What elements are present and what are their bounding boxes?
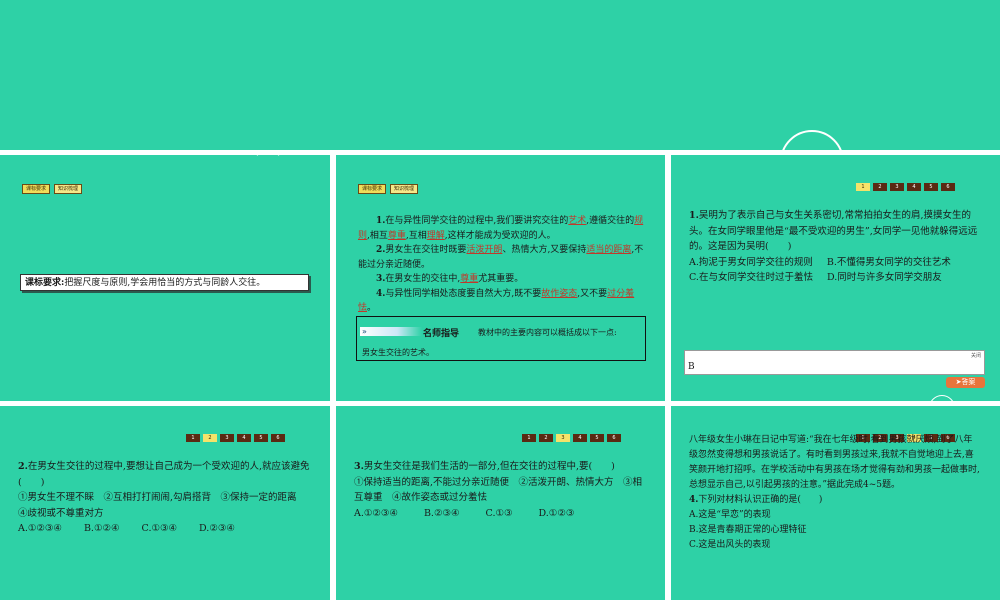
page-button-6[interactable]: 6 — [271, 434, 285, 442]
show-answer-button[interactable]: ➤答案 — [946, 377, 985, 388]
page-button-5[interactable]: 5 — [924, 183, 938, 191]
option-d[interactable]: D.②③④ — [199, 521, 235, 537]
option-b[interactable]: B.①②④ — [84, 521, 120, 537]
tab-knowledge-review[interactable]: 知识梳理 — [390, 184, 419, 194]
guidance-summary: 男女生交往的艺术。 — [362, 348, 434, 357]
question-2: 2.在男女生交往的过程中,要想让自己成为一个受欢迎的人,就应该避免( ) ①男女… — [18, 459, 310, 537]
slide-4-thumbnail[interactable]: 1 2 3 4 5 6 2.在男女生交往的过程中,要想让自己成为一个受欢迎的人,… — [0, 406, 330, 600]
option-c[interactable]: C.①③ — [486, 506, 513, 522]
material-and-question-4: 八年级女生小琳在日记中写道:“我在七年级时,看到男孩就厌烦,到了八年级忽然变得想… — [689, 433, 981, 553]
question-pager: 1 2 3 4 5 6 — [186, 434, 285, 442]
answer-value: B — [688, 362, 695, 372]
slide-3-thumbnail[interactable]: 1 2 3 4 5 6 1.吴明为了表示自己与女生关系密切,常常拍拍女生的肩,摸… — [671, 155, 1000, 401]
question-3: 3.男女生交往是我们生活的一部分,但在交往的过程中,要( ) ①保持适当的距离,… — [354, 459, 646, 521]
slide-1-thumbnail[interactable]: 课标要求 知识梳理 课标要求:把握尺度与原则,学会用恰当的方式与同龄人交往。 — [0, 155, 330, 401]
question-1: 1.吴明为了表示自己与女生关系密切,常常拍拍女生的肩,摸摸女生的头。在女同学眼里… — [689, 208, 981, 286]
reading-material: 八年级女生小琳在日记中写道:“我在七年级时,看到男孩就厌烦,到了八年级忽然变得想… — [689, 435, 980, 490]
tab-curriculum-requirements[interactable]: 课标要求 — [22, 184, 51, 194]
question-stem: 吴明为了表示自己与女生关系密切,常常拍拍女生的肩,摸摸女生的头。在女同学眼里他是… — [689, 210, 978, 252]
question-item-4: ④歧视或不尊重对方 — [18, 507, 104, 519]
question-number: 3. — [354, 461, 364, 472]
requirement-label: 课标要求: — [25, 278, 65, 288]
answer-panel: 关闭 B — [684, 350, 985, 375]
double-chevron-icon: » — [360, 327, 422, 336]
tab-curriculum-requirements[interactable]: 课标要求 — [358, 184, 387, 194]
option-b[interactable]: B.不懂得男女同学的交往艺术 — [827, 255, 951, 271]
section-tabs: 课标要求 知识梳理 — [358, 184, 419, 194]
page-button-4[interactable]: 4 — [573, 434, 587, 442]
option-a[interactable]: A.①②③④ — [18, 521, 62, 537]
option-b[interactable]: B.②③④ — [424, 506, 460, 522]
page-button-6[interactable]: 6 — [607, 434, 621, 442]
question-number: 1. — [689, 210, 699, 221]
option-a[interactable]: A.①②③④ — [354, 506, 398, 522]
page-button-2[interactable]: 2 — [539, 434, 553, 442]
question-number: 2. — [18, 461, 28, 472]
option-d[interactable]: D.①②③ — [539, 506, 575, 522]
teacher-guidance-box: » 名师指导 教材中的主要内容可以概括成以下一点: 男女生交往的艺术。 — [356, 316, 646, 361]
slide-ornament — [929, 395, 955, 401]
page-button-1[interactable]: 1 — [522, 434, 536, 442]
options: A.①②③④ B.①②④ C.①③④ D.②③④ — [18, 521, 310, 537]
question-number: 4. — [689, 495, 699, 505]
option-a[interactable]: A.拘泥于男女同学交往的规则 — [689, 255, 813, 271]
question-4: 4.下列对材料认识正确的是( ) — [689, 493, 981, 508]
options: A.拘泥于男女同学交往的规则 B.不懂得男女同学的交往艺术 C.在与女同学交往时… — [689, 255, 981, 286]
option-c[interactable]: C.①③④ — [142, 521, 178, 537]
page-button-2[interactable]: 2 — [873, 183, 887, 191]
slide-6-thumbnail[interactable]: 1 2 3 4 5 6 八年级女生小琳在日记中写道:“我在七年级时,看到男孩就厌… — [671, 406, 1000, 600]
knowledge-point-4: 4.与异性同学相处态度要自然大方,既不要故作姿态,又不要过分羞怯。 — [358, 288, 635, 314]
page-button-6[interactable]: 6 — [941, 183, 955, 191]
question-pager: 1 2 3 4 5 6 — [856, 183, 955, 191]
option-c[interactable]: C.这是出风头的表现 — [689, 538, 981, 553]
knowledge-point-3: 3.在男女生的交往中,尊重尤其重要。 — [376, 274, 524, 284]
page-button-3[interactable]: 3 — [556, 434, 570, 442]
option-a[interactable]: A.这是“早恋”的表现 — [689, 508, 981, 523]
question-items: ①男女生不理不睬 ②互相打打闹闹,勾肩搭背 ③保持一定的距离 — [18, 492, 297, 503]
guidance-description: 教材中的主要内容可以概括成以下一点: — [478, 328, 617, 337]
page-button-1[interactable]: 1 — [186, 434, 200, 442]
page-button-3[interactable]: 3 — [220, 434, 234, 442]
page-button-5[interactable]: 5 — [590, 434, 604, 442]
page-button-3[interactable]: 3 — [890, 183, 904, 191]
section-tabs: 课标要求 知识梳理 — [22, 184, 83, 194]
answer-button-label: 答案 — [961, 378, 976, 386]
page-button-5[interactable]: 5 — [254, 434, 268, 442]
question-pager: 1 2 3 4 5 6 — [522, 434, 621, 442]
slide-2-thumbnail[interactable]: 课标要求 知识梳理 1.在与异性同学交往的过程中,我们要讲究交往的艺术,遵循交往… — [336, 155, 665, 401]
tab-knowledge-review[interactable]: 知识梳理 — [54, 184, 83, 194]
option-d[interactable]: D.同时与许多女同学交朋友 — [827, 270, 942, 286]
option-c[interactable]: C.在与女同学交往时过于羞怯 — [689, 270, 813, 286]
options: A.①②③④ B.②③④ C.①③ D.①②③ — [354, 506, 646, 522]
knowledge-point-1: 1.在与异性同学交往的过程中,我们要讲究交往的艺术,遵循交往的规则,相互尊重,互… — [358, 216, 644, 241]
requirement-text: 把握尺度与原则,学会用恰当的方式与同龄人交往。 — [64, 278, 266, 288]
page-button-1[interactable]: 1 — [856, 183, 870, 191]
slide-ornament — [255, 155, 281, 156]
knowledge-point-2: 2.男女生在交往时既要活泼开朗、热情大方,又要保持适当的距离,不能过分亲近随便。 — [358, 245, 644, 270]
top-slide-strip — [0, 0, 1000, 150]
question-stem: 下列对材料认识正确的是( ) — [698, 495, 823, 505]
slide-5-thumbnail[interactable]: 1 2 3 4 5 6 3.男女生交往是我们生活的一部分,但在交往的过程中,要(… — [336, 406, 665, 600]
close-button[interactable]: 关闭 — [971, 352, 981, 359]
requirement-box: 课标要求:把握尺度与原则,学会用恰当的方式与同龄人交往。 — [20, 274, 309, 291]
page-button-4[interactable]: 4 — [907, 183, 921, 191]
question-stem: 男女生交往是我们生活的一部分,但在交往的过程中,要( ) — [363, 461, 615, 472]
question-stem: 在男女生交往的过程中,要想让自己成为一个受欢迎的人,就应该避免( ) — [18, 461, 310, 488]
guidance-title: 名师指导 — [423, 329, 460, 339]
question-items: ①保持适当的距离,不能过分亲近随便 ②活泼开朗、热情大方 ③相互尊重 ④故作姿态… — [354, 476, 643, 504]
option-b[interactable]: B.这是青春期正常的心理特征 — [689, 523, 981, 538]
knowledge-points: 1.在与异性同学交往的过程中,我们要讲究交往的艺术,遵循交往的规则,相互尊重,互… — [358, 214, 648, 316]
page-button-4[interactable]: 4 — [237, 434, 251, 442]
page-button-2[interactable]: 2 — [203, 434, 217, 442]
